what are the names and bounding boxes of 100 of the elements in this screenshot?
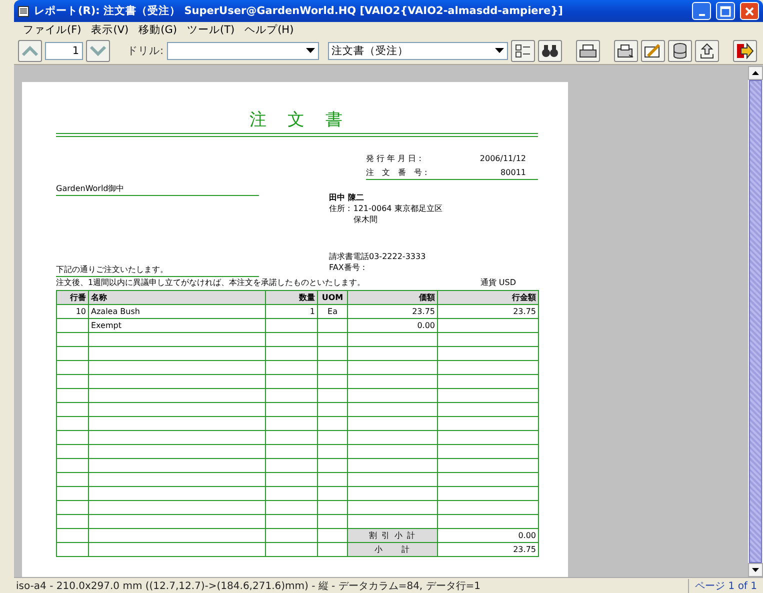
fax-label: FAX番号 : bbox=[329, 262, 366, 273]
table-cell bbox=[266, 318, 318, 332]
list-icon[interactable] bbox=[510, 40, 535, 62]
table-cell bbox=[266, 360, 318, 374]
currency-text: 通貨 USD bbox=[480, 277, 517, 288]
table-cell bbox=[56, 430, 88, 444]
table-cell bbox=[266, 444, 318, 458]
scroll-thumb[interactable] bbox=[749, 80, 762, 563]
menu-item[interactable]: ヘルプ(H) bbox=[240, 23, 299, 37]
phone-text: 請求書電話03-2222-3333 bbox=[329, 251, 427, 262]
footer-label: 小 計 bbox=[348, 542, 438, 556]
address-label: 住所 : bbox=[329, 203, 350, 215]
scroll-up-icon[interactable] bbox=[748, 66, 763, 80]
column-header: UOM bbox=[318, 290, 348, 304]
table-cell bbox=[318, 444, 348, 458]
export-icon[interactable] bbox=[614, 40, 638, 62]
table-cell bbox=[266, 458, 318, 472]
table-cell: 23.75 bbox=[438, 304, 538, 318]
close-icon bbox=[744, 6, 755, 16]
drill-label: ドリル: bbox=[127, 44, 164, 58]
table-cell bbox=[318, 318, 348, 332]
table-cell bbox=[56, 318, 88, 332]
maximize-icon bbox=[720, 6, 731, 16]
column-header: 名称 bbox=[88, 290, 266, 304]
table-cell bbox=[266, 486, 318, 500]
column-header: 行金額 bbox=[438, 290, 538, 304]
table-cell bbox=[266, 388, 318, 402]
window-title: レポート(R): 注文書（受注） SuperUser@GardenWorld.HQ [VAIO2{VAIO2-almasdd-ampiere}] bbox=[34, 4, 564, 18]
status-text: iso-a4 - 210.0x297.0 mm ((12.7,12.7)->(184.6,271.6)mm) - 縦 - データカラム=84, データ行=1 bbox=[15, 580, 482, 592]
table-cell: Ea bbox=[318, 304, 348, 318]
maximize-button[interactable] bbox=[716, 2, 735, 20]
table-cell bbox=[266, 416, 318, 430]
recipient-text: GardenWorld御中 bbox=[56, 184, 124, 193]
table-cell bbox=[318, 374, 348, 388]
minimize-button[interactable] bbox=[692, 2, 711, 20]
table-cell bbox=[266, 374, 318, 388]
column-header: 数量 bbox=[266, 290, 318, 304]
table-cell bbox=[56, 374, 88, 388]
table-cell bbox=[318, 332, 348, 346]
table-cell bbox=[56, 360, 88, 374]
page-number-field[interactable]: 1 bbox=[45, 42, 83, 60]
issue-date-value: 2006/11/12 bbox=[480, 154, 526, 162]
menu-item[interactable]: ツール(T) bbox=[182, 23, 240, 37]
table-cell bbox=[56, 472, 88, 486]
table-cell: 0.00 bbox=[348, 318, 438, 332]
table-cell bbox=[266, 346, 318, 360]
address-line: 保木間 bbox=[353, 214, 378, 225]
document-title: 注 文 書 bbox=[248, 109, 346, 131]
table-cell bbox=[318, 416, 348, 430]
issue-date-label: 発 行 年 月 日 : bbox=[366, 152, 422, 164]
table-cell: Exempt bbox=[88, 318, 266, 332]
table-cell bbox=[318, 388, 348, 402]
drill-dropdown[interactable] bbox=[166, 42, 319, 60]
table-cell bbox=[266, 500, 318, 514]
table-cell bbox=[318, 360, 348, 374]
table-cell bbox=[56, 416, 88, 430]
table-cell: 1 bbox=[266, 304, 318, 318]
binoculars-icon[interactable] bbox=[538, 40, 562, 62]
order-number-value: 80011 bbox=[500, 168, 526, 176]
table-cell bbox=[266, 402, 318, 416]
table-cell bbox=[56, 500, 88, 514]
table-cell bbox=[318, 486, 348, 500]
table-cell: Azalea Bush bbox=[88, 304, 266, 318]
printer-icon[interactable] bbox=[576, 40, 600, 62]
menu-item[interactable]: 移動(G) bbox=[134, 23, 182, 37]
sender-name: 田中 陳二 bbox=[329, 192, 365, 203]
upload-icon[interactable] bbox=[694, 40, 719, 62]
address-line: 121-0064 東京都足立区 bbox=[353, 203, 442, 214]
close-button[interactable] bbox=[740, 2, 759, 20]
footer-value: 23.75 bbox=[438, 542, 538, 556]
table-cell bbox=[318, 500, 348, 514]
intro-text: 下記の通りご注文いたします。 bbox=[56, 265, 168, 274]
pencil-icon[interactable] bbox=[640, 40, 665, 62]
window-icon bbox=[18, 6, 29, 16]
table-cell bbox=[56, 332, 88, 346]
notice-text: 注文後、1週間以内に異議申し立てがなければ、本注文を承諾したものといたします。 bbox=[56, 277, 366, 288]
footer-label: 割 引 小 計 bbox=[348, 528, 438, 542]
vertical-scrollbar[interactable] bbox=[748, 66, 763, 577]
table-cell: 23.75 bbox=[348, 304, 438, 318]
menu-item[interactable]: 表示(V) bbox=[86, 23, 134, 37]
minimize-icon bbox=[698, 14, 704, 16]
order-number-label: 注 文 番 号 : bbox=[366, 166, 428, 178]
table-cell bbox=[56, 388, 88, 402]
table-cell: 10 bbox=[56, 304, 88, 318]
scroll-down-icon[interactable] bbox=[748, 563, 763, 577]
table-cell bbox=[56, 444, 88, 458]
table-cell bbox=[56, 402, 88, 416]
table-cell bbox=[318, 346, 348, 360]
table-cell bbox=[318, 402, 348, 416]
table-cell bbox=[318, 458, 348, 472]
dropdown-arrow-icon bbox=[306, 48, 315, 54]
table-cell bbox=[56, 346, 88, 360]
database-icon[interactable] bbox=[668, 40, 692, 62]
table-cell bbox=[266, 332, 318, 346]
menu-item[interactable]: ファイル(F) bbox=[18, 23, 86, 37]
dropdown-arrow-icon bbox=[494, 48, 504, 54]
footer-value: 0.00 bbox=[438, 528, 538, 542]
exit-icon[interactable] bbox=[732, 40, 757, 62]
table-cell bbox=[318, 472, 348, 486]
report-dropdown[interactable]: 注文書（受注） bbox=[328, 42, 508, 60]
